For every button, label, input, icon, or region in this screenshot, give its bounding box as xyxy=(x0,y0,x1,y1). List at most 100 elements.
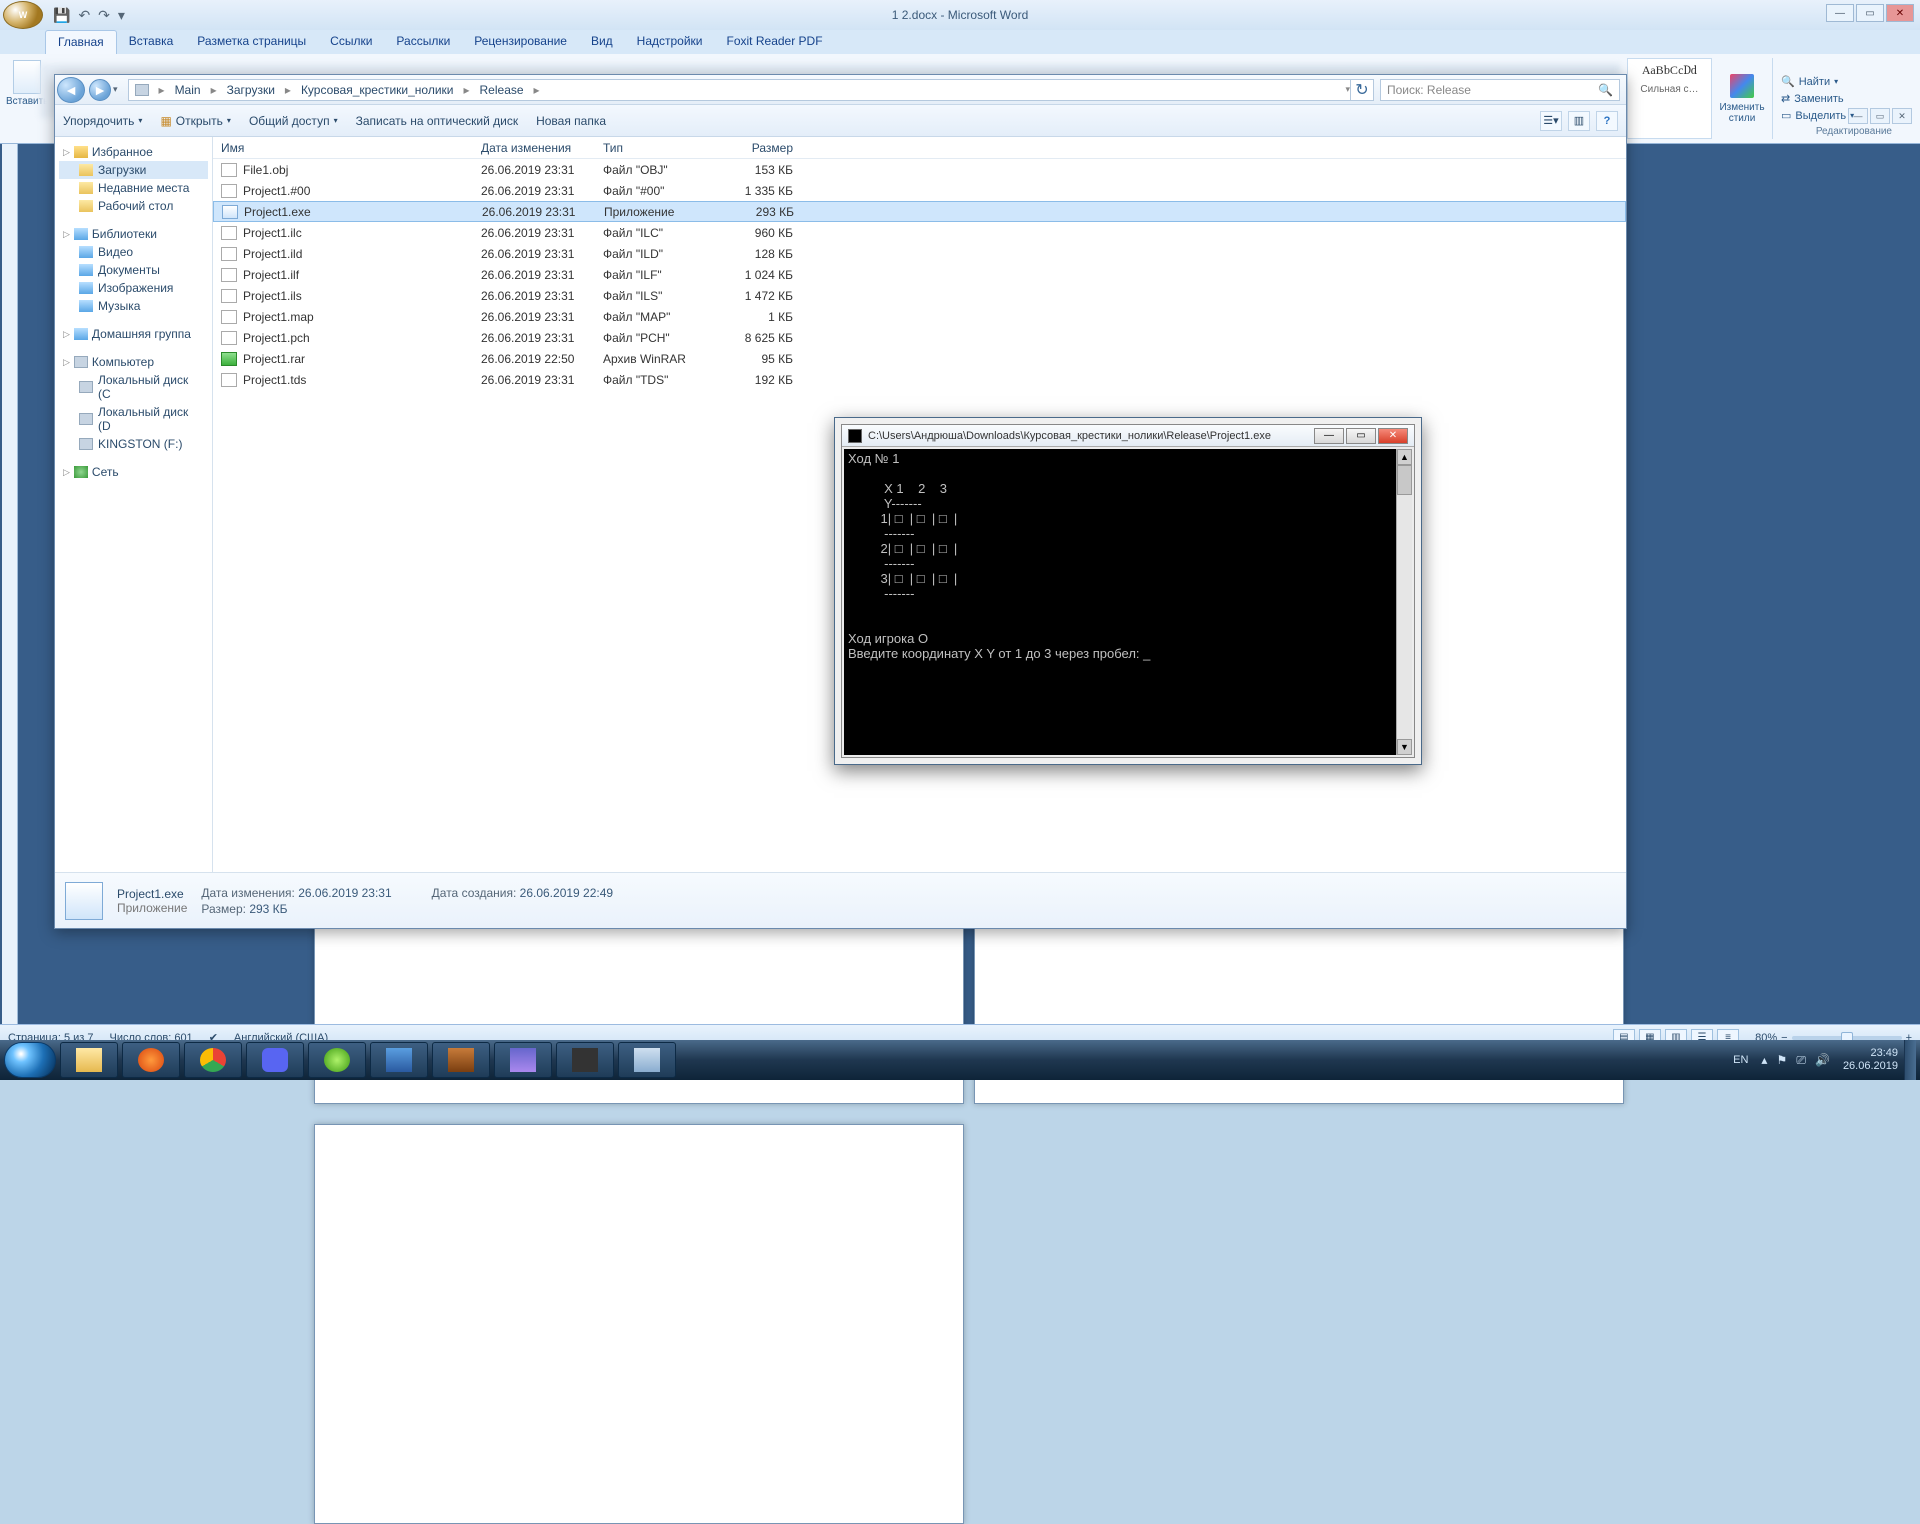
breadcrumb-item[interactable]: Release xyxy=(480,83,540,97)
console-scrollbar[interactable]: ▲ ▼ xyxy=(1396,449,1412,755)
minimize-button[interactable]: — xyxy=(1826,4,1854,22)
flag-icon[interactable]: ⚑ xyxy=(1776,1053,1787,1067)
tree-item[interactable]: Музыка xyxy=(59,297,208,315)
file-row[interactable]: Project1.exe26.06.2019 23:31Приложение29… xyxy=(213,201,1626,222)
col-name[interactable]: Имя xyxy=(213,141,473,155)
minimize-button[interactable]: — xyxy=(1314,428,1344,444)
close-button[interactable]: ✕ xyxy=(1378,428,1408,444)
file-row[interactable]: Project1.ild26.06.2019 23:31Файл "ILD"12… xyxy=(213,243,1626,264)
tree-libraries[interactable]: Библиотеки xyxy=(92,227,157,241)
start-button[interactable] xyxy=(4,1042,56,1078)
taskbar-app2-button[interactable] xyxy=(494,1042,552,1078)
breadcrumb-item[interactable] xyxy=(135,83,165,97)
tree-item[interactable]: Локальный диск (C xyxy=(59,371,208,403)
taskbar-console-button[interactable] xyxy=(618,1042,676,1078)
search-input[interactable]: Поиск: Release 🔍 xyxy=(1380,79,1620,101)
file-row[interactable]: Project1.map26.06.2019 23:31Файл "MAP"1 … xyxy=(213,306,1626,327)
style-gallery-item[interactable]: АаВbСсDd Сильная с… xyxy=(1627,58,1712,139)
replace-button[interactable]: ⇄Заменить xyxy=(1781,92,1912,105)
ribbon-tab[interactable]: Разметка страницы xyxy=(185,30,318,54)
taskbar-explorer-button[interactable] xyxy=(60,1042,118,1078)
file-row[interactable]: Project1.ilc26.06.2019 23:31Файл "ILC"96… xyxy=(213,222,1626,243)
office-button[interactable]: W xyxy=(3,1,43,29)
tray-up-icon[interactable]: ▴ xyxy=(1761,1053,1767,1067)
back-button[interactable]: ◄ xyxy=(57,77,85,103)
clock[interactable]: 23:49 26.06.2019 xyxy=(1843,1047,1898,1073)
preview-pane-button[interactable]: ▥ xyxy=(1568,111,1590,131)
forward-button[interactable]: ► xyxy=(89,79,111,101)
tree-item[interactable]: Изображения xyxy=(59,279,208,297)
tree-homegroup[interactable]: Домашняя группа xyxy=(92,327,191,341)
help-button[interactable]: ? xyxy=(1596,111,1618,131)
tree-item[interactable]: Рабочий стол xyxy=(59,197,208,215)
find-button[interactable]: 🔍Найти▾ xyxy=(1781,75,1912,88)
file-row[interactable]: File1.obj26.06.2019 23:31Файл "OBJ"153 К… xyxy=(213,159,1626,180)
taskbar-app-button[interactable] xyxy=(308,1042,366,1078)
taskbar-dev-button[interactable] xyxy=(556,1042,614,1078)
tree-computer[interactable]: Компьютер xyxy=(92,355,154,369)
volume-icon[interactable]: 🔊 xyxy=(1815,1053,1830,1067)
undo-icon[interactable]: ↶ xyxy=(78,7,90,24)
tree-item[interactable]: Видео xyxy=(59,243,208,261)
navigation-pane[interactable]: Избранное ЗагрузкиНедавние местаРабочий … xyxy=(55,137,213,872)
zoom-slider[interactable] xyxy=(1792,1036,1902,1040)
redo-icon[interactable]: ↷ xyxy=(98,7,110,24)
change-styles-button[interactable]: Изменить стили xyxy=(1712,58,1772,139)
ribbon-tab[interactable]: Ссылки xyxy=(318,30,384,54)
col-size[interactable]: Размер xyxy=(717,141,801,155)
file-row[interactable]: Project1.rar26.06.2019 22:50Архив WinRAR… xyxy=(213,348,1626,369)
taskbar-discord-button[interactable] xyxy=(246,1042,304,1078)
document-page[interactable] xyxy=(314,1124,964,1524)
language-indicator[interactable]: EN xyxy=(1733,1054,1748,1066)
tree-network[interactable]: Сеть xyxy=(92,465,119,479)
taskbar-firefox-button[interactable] xyxy=(122,1042,180,1078)
qat-dropdown-icon[interactable]: ▾ xyxy=(118,7,125,24)
save-icon[interactable]: 💾 xyxy=(53,7,70,24)
breadcrumb-item[interactable]: Курсовая_крестики_нолики xyxy=(301,83,470,97)
console-titlebar[interactable]: C:\Users\Андрюша\Downloads\Курсовая_крес… xyxy=(842,425,1414,447)
network-icon[interactable]: ⎚ xyxy=(1796,1053,1806,1067)
paste-icon[interactable] xyxy=(13,60,41,94)
taskbar-word-button[interactable] xyxy=(370,1042,428,1078)
vertical-ruler[interactable] xyxy=(2,144,18,1024)
col-date[interactable]: Дата изменения xyxy=(473,141,595,155)
breadcrumb-item[interactable]: Загрузки xyxy=(227,83,291,97)
ribbon-tab[interactable]: Foxit Reader PDF xyxy=(715,30,835,54)
show-desktop-button[interactable] xyxy=(1904,1040,1916,1080)
ribbon-tab[interactable]: Главная xyxy=(45,30,117,54)
file-row[interactable]: Project1.pch26.06.2019 23:31Файл "PCH"8 … xyxy=(213,327,1626,348)
tree-item[interactable]: Локальный диск (D xyxy=(59,403,208,435)
taskbar-winrar-button[interactable] xyxy=(432,1042,490,1078)
close-button[interactable]: ✕ xyxy=(1886,4,1914,22)
breadcrumb[interactable]: Main Загрузки Курсовая_крестики_нолики Rele… xyxy=(128,79,1362,101)
scroll-thumb[interactable] xyxy=(1397,465,1412,495)
file-row[interactable]: Project1.ils26.06.2019 23:31Файл "ILS"1 … xyxy=(213,285,1626,306)
ribbon-tab[interactable]: Вставка xyxy=(117,30,186,54)
breadcrumb-item[interactable]: Main xyxy=(175,83,217,97)
ribbon-tab[interactable]: Вид xyxy=(579,30,625,54)
scroll-down-button[interactable]: ▼ xyxy=(1397,739,1412,755)
file-row[interactable]: Project1.#0026.06.2019 23:31Файл "#00"1 … xyxy=(213,180,1626,201)
col-type[interactable]: Тип xyxy=(595,141,717,155)
maximize-button[interactable]: ▭ xyxy=(1856,4,1884,22)
tree-item[interactable]: Загрузки xyxy=(59,161,208,179)
ribbon-tab[interactable]: Надстройки xyxy=(625,30,715,54)
maximize-button[interactable]: ▭ xyxy=(1346,428,1376,444)
view-options-button[interactable]: ☰▾ xyxy=(1540,111,1562,131)
file-row[interactable]: Project1.tds26.06.2019 23:31Файл "TDS"19… xyxy=(213,369,1626,390)
console-output[interactable]: Ход № 1 X 1 2 3 Y------- 1| □ | □ | □ | … xyxy=(844,449,1396,755)
organize-button[interactable]: Упорядочить▾ xyxy=(63,114,142,128)
history-dropdown-icon[interactable]: ▾ xyxy=(113,84,118,95)
burn-button[interactable]: Записать на оптический диск xyxy=(356,114,519,128)
taskbar-chrome-button[interactable] xyxy=(184,1042,242,1078)
refresh-button[interactable]: ↻ xyxy=(1350,79,1374,101)
tree-item[interactable]: Недавние места xyxy=(59,179,208,197)
open-button[interactable]: ▦Открыть▾ xyxy=(160,114,231,128)
new-folder-button[interactable]: Новая папка xyxy=(536,114,606,128)
ribbon-tab[interactable]: Рассылки xyxy=(384,30,462,54)
share-button[interactable]: Общий доступ▾ xyxy=(249,114,338,128)
scroll-up-button[interactable]: ▲ xyxy=(1397,449,1412,465)
tree-favorites[interactable]: Избранное xyxy=(92,145,153,159)
tree-item[interactable]: KINGSTON (F:) xyxy=(59,435,208,453)
file-row[interactable]: Project1.ilf26.06.2019 23:31Файл "ILF"1 … xyxy=(213,264,1626,285)
